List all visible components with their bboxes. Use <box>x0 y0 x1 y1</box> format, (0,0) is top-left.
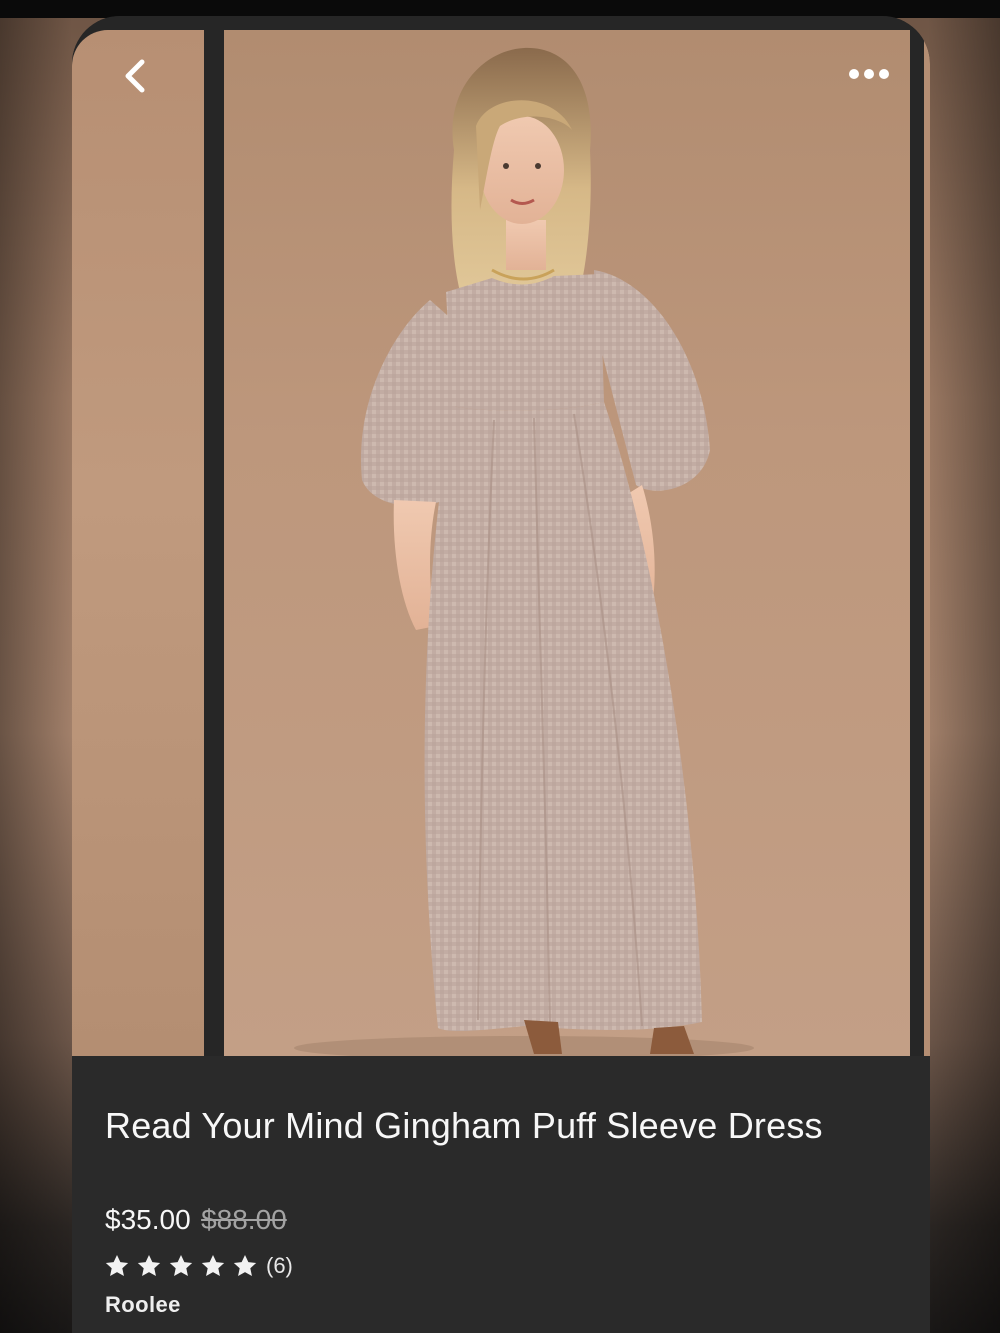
carousel-next-image[interactable] <box>924 30 930 1056</box>
original-price: $88.00 <box>201 1204 287 1235</box>
star-icon <box>105 1254 129 1276</box>
product-info-panel: Read Your Mind Gingham Puff Sleeve Dress… <box>72 1056 930 1333</box>
more-options-button[interactable] <box>840 60 896 90</box>
ellipsis-icon <box>849 69 889 79</box>
product-title: Read Your Mind Gingham Puff Sleeve Dress <box>105 1105 823 1146</box>
chevron-left-icon <box>125 59 145 93</box>
star-icon <box>233 1254 257 1276</box>
star-icon <box>137 1254 161 1276</box>
back-button[interactable] <box>112 52 160 100</box>
rating-row[interactable]: (6) <box>104 1252 293 1280</box>
image-carousel[interactable] <box>72 16 930 1056</box>
sale-price: $35.00 <box>105 1204 191 1235</box>
model-photo <box>294 47 754 1056</box>
seller-name[interactable]: Roolee <box>105 1292 181 1318</box>
rating-count: (6) <box>266 1253 293 1278</box>
star-icon <box>201 1254 225 1276</box>
carousel-previous-image[interactable] <box>72 30 204 1056</box>
background-shade-right <box>928 0 1000 1333</box>
star-icon <box>169 1254 193 1276</box>
product-image[interactable] <box>224 30 910 1056</box>
product-card: Read Your Mind Gingham Puff Sleeve Dress… <box>72 16 930 1333</box>
price-row: $35.00 $88.00 <box>105 1204 287 1240</box>
background-shade-left <box>0 0 72 1333</box>
